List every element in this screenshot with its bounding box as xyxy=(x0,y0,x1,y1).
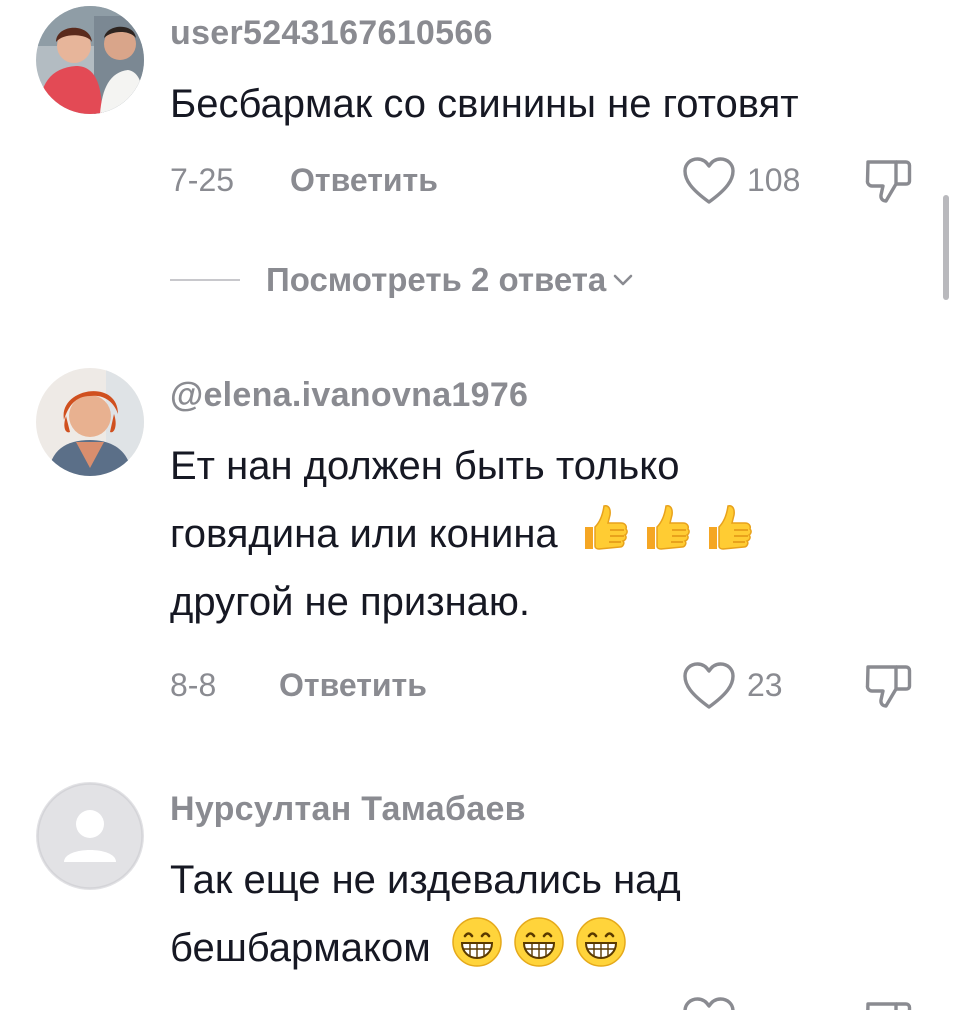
comment-text: Ет нан должен быть только говядина или к… xyxy=(170,432,910,636)
heart-icon[interactable] xyxy=(681,661,737,711)
dislike-icon-partial[interactable] xyxy=(862,996,914,1010)
comment-username[interactable]: @elena.ivanovna1976 xyxy=(170,376,528,415)
grinning-face-icon xyxy=(450,915,504,969)
comment-text-line: Так еще не издевались над xyxy=(170,858,681,902)
avatar[interactable] xyxy=(36,368,144,476)
comment-text-segment: бешбармаком xyxy=(170,926,431,970)
heart-icon[interactable] xyxy=(681,156,737,206)
grinning-face-icon xyxy=(574,915,628,969)
grinning-face-icon xyxy=(512,915,566,969)
view-replies-label: Посмотреть 2 ответа xyxy=(266,261,607,298)
comment-text-line: бешбармаком xyxy=(170,914,910,982)
view-replies-button[interactable]: Посмотреть 2 ответа xyxy=(170,255,634,305)
avatar[interactable] xyxy=(36,6,144,114)
thumbs-up-icon xyxy=(639,501,693,555)
like-count: 108 xyxy=(747,162,801,198)
divider xyxy=(170,279,240,281)
like-count: 23 xyxy=(747,667,783,703)
comment-date: 8-8 xyxy=(170,667,217,703)
comment-username[interactable]: Нурсултан Тамабаев xyxy=(170,790,526,829)
avatar[interactable] xyxy=(36,782,144,890)
comment-text-line: Ет нан должен быть только xyxy=(170,444,680,488)
comment-text-line: говядина или конина xyxy=(170,500,910,568)
thumbs-up-icon xyxy=(577,501,631,555)
comment-username[interactable]: user5243167610566 xyxy=(170,14,493,53)
comment-date: 7-25 xyxy=(170,162,235,198)
comment-text-line: Бесбармак со свинины не готовят xyxy=(170,82,799,126)
scrollbar[interactable] xyxy=(943,195,949,300)
reply-button[interactable]: Ответить xyxy=(290,162,438,199)
comment-text: Бесбармак со свинины не готовят xyxy=(170,70,910,138)
chevron-down-icon xyxy=(612,272,634,288)
comment-text-line: другой не признаю. xyxy=(170,580,531,624)
comment-text-segment: говядина или конина xyxy=(170,512,558,556)
dislike-icon[interactable] xyxy=(862,659,914,711)
dislike-icon[interactable] xyxy=(862,154,914,206)
reply-button[interactable]: Ответить xyxy=(279,667,427,704)
heart-icon-partial[interactable] xyxy=(681,996,737,1010)
comment-text: Так еще не издевались над бешбармаком xyxy=(170,846,910,982)
thumbs-up-icon xyxy=(701,501,755,555)
